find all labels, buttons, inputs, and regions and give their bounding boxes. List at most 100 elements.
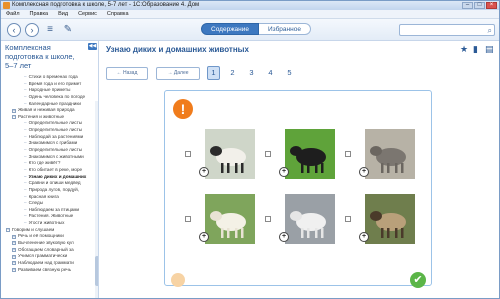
- answer-checkbox[interactable]: [345, 216, 351, 222]
- tree-item[interactable]: – Кто где живёт?: [1, 160, 95, 167]
- answer-checkbox[interactable]: [185, 216, 191, 222]
- tree-item[interactable]: – Определительные листы: [1, 127, 95, 134]
- zoom-icon[interactable]: +: [279, 167, 289, 177]
- page-5[interactable]: 5: [283, 66, 296, 80]
- back-label: Назад: [123, 70, 138, 76]
- menu-view[interactable]: Вид: [53, 10, 73, 18]
- expand-icon[interactable]: +: [12, 241, 16, 246]
- tree-item-label: Наблюдаем за птицами: [28, 206, 80, 212]
- zoom-icon[interactable]: +: [199, 167, 209, 177]
- minimize-button[interactable]: –: [462, 2, 473, 9]
- tree-item[interactable]: – Календарные праздники: [1, 101, 95, 108]
- tree-item[interactable]: – Кто обитает в реке, море: [1, 167, 95, 174]
- forward-button[interactable]: → Далее: [156, 67, 200, 80]
- tree-item[interactable]: – Красная книга: [1, 194, 95, 201]
- tab-favorites[interactable]: Избранное: [259, 23, 311, 35]
- notes-icon[interactable]: ✎: [61, 23, 75, 37]
- check-answer-button[interactable]: ✔: [410, 272, 426, 288]
- tree-item[interactable]: – Растения. Животные: [1, 213, 95, 220]
- page-3[interactable]: 3: [245, 66, 258, 80]
- maximize-button[interactable]: □: [474, 2, 485, 9]
- scroll-thumb[interactable]: [95, 256, 98, 286]
- tree-bullet-icon: –: [24, 160, 27, 166]
- search-input[interactable]: ⌕: [399, 24, 495, 36]
- tree-item[interactable]: – Определительные листы: [1, 147, 95, 154]
- sidebar-scrollbar[interactable]: [95, 101, 98, 298]
- answer-checkbox[interactable]: [345, 151, 351, 157]
- zoom-icon[interactable]: +: [199, 232, 209, 242]
- tree-item-label: Красная книга: [28, 193, 59, 199]
- answer-checkbox[interactable]: [265, 151, 271, 157]
- tree-bullet-icon: –: [24, 120, 27, 126]
- bookmark-list-icon[interactable]: ≡: [43, 23, 57, 37]
- tree-item[interactable]: – Знакомимся с грибами: [1, 140, 95, 147]
- view-tabs: Содержание Избранное: [201, 23, 311, 35]
- tree-item-label: Говорим и слушаем: [12, 226, 55, 232]
- tree-item[interactable]: + Обогащаем словарный за: [1, 247, 95, 254]
- bookmark-icon[interactable]: ▮: [473, 44, 478, 54]
- page-2[interactable]: 2: [226, 66, 239, 80]
- tree-item[interactable]: – Сравни и опиши медвед: [1, 180, 95, 187]
- tree-item[interactable]: – Время года и его примет: [1, 81, 95, 88]
- tree-item[interactable]: − Растения и животные: [1, 114, 95, 121]
- tree-item-label: Календарные праздники: [28, 100, 81, 106]
- expand-icon[interactable]: +: [12, 247, 16, 252]
- expand-icon[interactable]: +: [12, 108, 16, 113]
- tree-item[interactable]: – Угости животных: [1, 220, 95, 227]
- page-4[interactable]: 4: [264, 66, 277, 80]
- tree-item[interactable]: – Знакомимся с животными: [1, 154, 95, 161]
- document-icon[interactable]: ▤: [485, 44, 494, 54]
- zoom-icon[interactable]: +: [359, 167, 369, 177]
- white-tiger-photo: [285, 194, 335, 244]
- close-button[interactable]: ×: [486, 2, 497, 9]
- expand-icon[interactable]: +: [12, 254, 16, 259]
- tree-item[interactable]: – Природа лугов, пордуй,: [1, 187, 95, 194]
- tree-bullet-icon: –: [24, 87, 27, 93]
- expand-icon[interactable]: +: [12, 261, 16, 266]
- star-icon[interactable]: ★: [460, 44, 468, 54]
- page-1[interactable]: 1: [207, 66, 220, 80]
- collapse-icon[interactable]: −: [6, 228, 10, 233]
- tree-item-label: Живая и неживая природа: [18, 107, 75, 113]
- collapse-sidebar-icon[interactable]: ◀◀: [88, 43, 97, 50]
- tree-item[interactable]: + Наблюдаем над граммати: [1, 260, 95, 267]
- tree-item[interactable]: + Речь и её помощники: [1, 233, 95, 240]
- tree-bullet-icon: –: [24, 213, 27, 219]
- menu-service[interactable]: Сервис: [73, 10, 102, 18]
- tree-item-label: Сравни и опиши медвед: [28, 180, 81, 186]
- search-icon[interactable]: ⌕: [488, 25, 492, 36]
- tree-item[interactable]: – Наблюдаем за птицами: [1, 207, 95, 214]
- tree-bullet-icon: –: [24, 220, 27, 226]
- forward-label: Далее: [173, 70, 189, 76]
- previous-step-icon[interactable]: [171, 273, 185, 287]
- tree-item[interactable]: − Говорим и слушаем: [1, 227, 95, 234]
- expand-icon[interactable]: +: [12, 267, 16, 272]
- back-button[interactable]: ← Назад: [106, 67, 148, 80]
- tree-item[interactable]: – Определительные листы: [1, 120, 95, 127]
- menu-help[interactable]: Справка: [102, 10, 134, 18]
- tree-item[interactable]: – Узнаю диких и домашних: [1, 174, 95, 181]
- tree-item[interactable]: – Одень человека по погоде: [1, 94, 95, 101]
- zoom-icon[interactable]: +: [359, 232, 369, 242]
- tree-item[interactable]: + Учимся грамматически: [1, 253, 95, 260]
- tree-item[interactable]: + Развиваем связную речь: [1, 267, 95, 274]
- expand-icon[interactable]: +: [12, 234, 16, 239]
- tree-item[interactable]: – Наблюдай за растениями: [1, 134, 95, 141]
- answer-checkbox[interactable]: [265, 216, 271, 222]
- collapse-icon[interactable]: −: [12, 115, 16, 120]
- tree-item[interactable]: + Живая и неживая природа: [1, 107, 95, 114]
- white-sheep-photo: [205, 194, 255, 244]
- tree-item[interactable]: – Стихи о временах года: [1, 74, 95, 81]
- zoom-icon[interactable]: +: [279, 232, 289, 242]
- toolbar: ‹ › ≡ ✎ Содержание Избранное ⌕: [1, 19, 499, 41]
- forward-arrow-icon[interactable]: ›: [25, 23, 39, 37]
- tab-contents[interactable]: Содержание: [201, 23, 259, 35]
- answer-checkbox[interactable]: [185, 151, 191, 157]
- tree-item[interactable]: – Народные приметы: [1, 87, 95, 94]
- animal-option: +: [185, 194, 265, 244]
- back-arrow-icon[interactable]: ‹: [7, 23, 21, 37]
- menu-file[interactable]: Файл: [1, 10, 25, 18]
- menu-edit[interactable]: Правка: [25, 10, 54, 18]
- tree-item[interactable]: – Следы: [1, 200, 95, 207]
- tree-item[interactable]: + Вычленение звуковую кул: [1, 240, 95, 247]
